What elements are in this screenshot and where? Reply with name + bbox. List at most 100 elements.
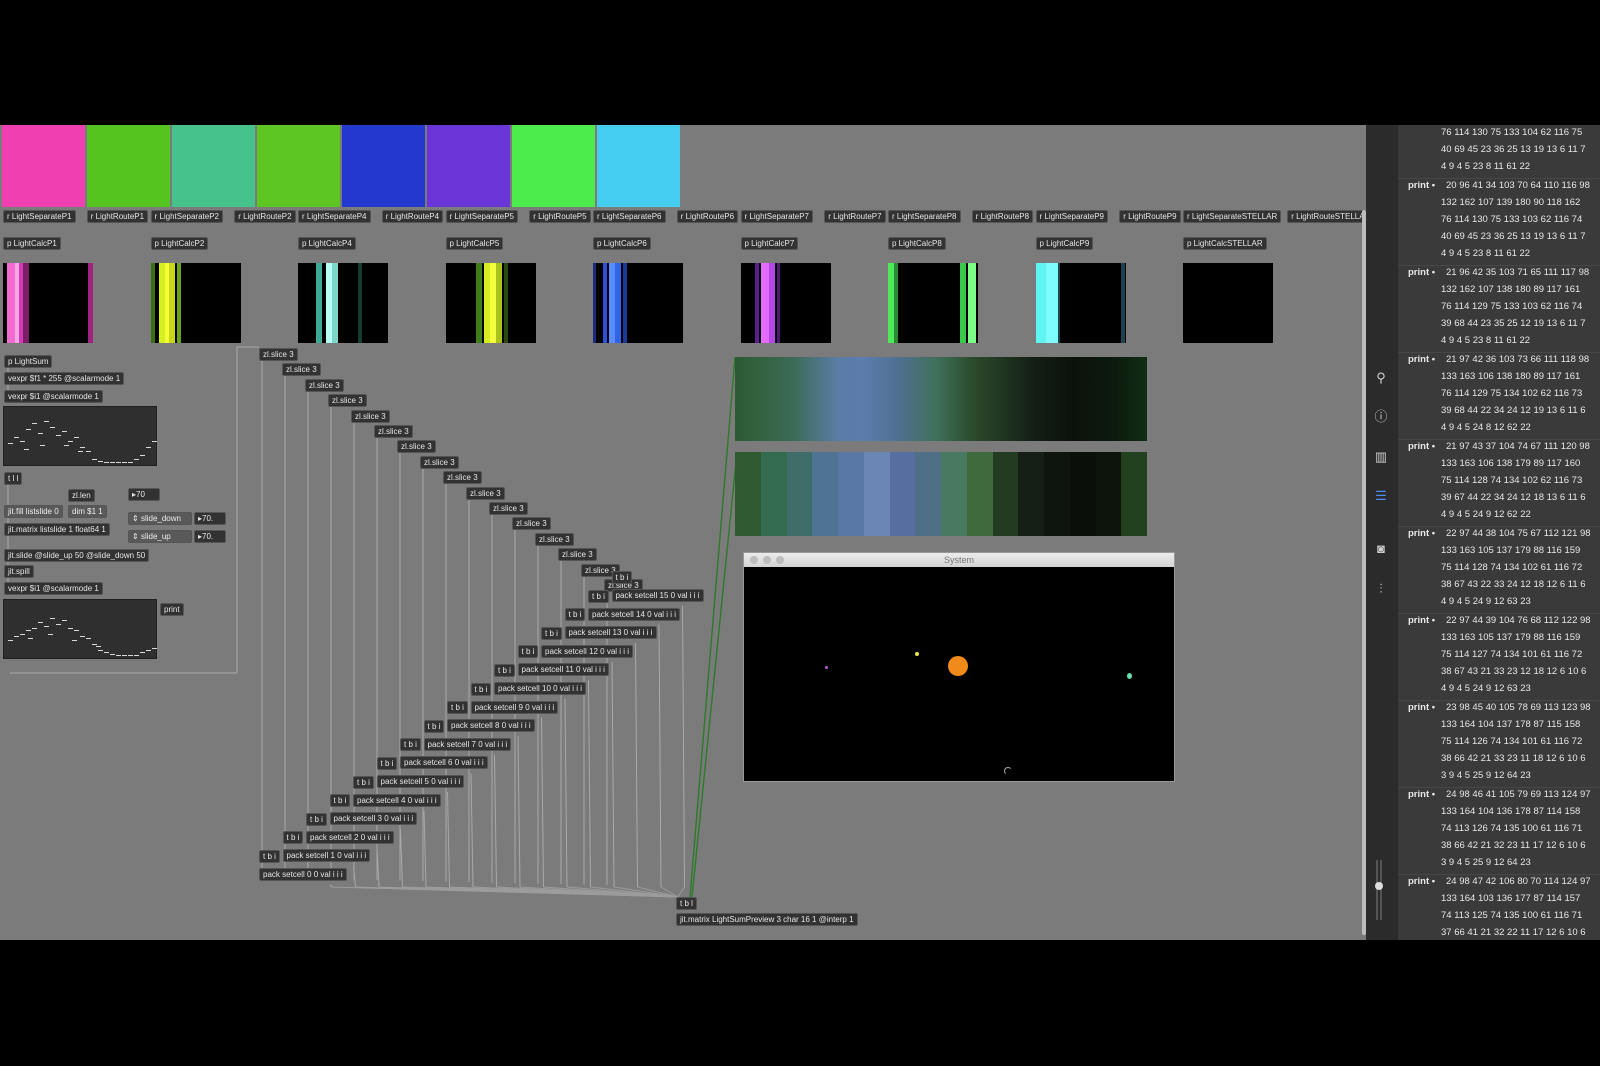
trigger-tbi-4[interactable]: t b i	[353, 775, 374, 789]
jit-matrix-preview-object[interactable]: jit.matrix LightSumPreview 3 char 16 1 @…	[676, 913, 858, 926]
trigger-tbi-10[interactable]: t b i	[494, 664, 515, 677]
pack-setcell-3[interactable]: pack setcell 3 0 val i i i	[329, 812, 418, 826]
receive-route-7[interactable]: r LightRouteP9	[1119, 210, 1181, 223]
pack-setcell-10[interactable]: pack setcell 10 0 val i i i	[494, 682, 587, 695]
receive-separate-5[interactable]: r LightSeparateP7	[740, 210, 813, 223]
vexpr-output-object[interactable]: vexpr $i1 @scalarmode 1	[4, 582, 103, 595]
receive-route-3[interactable]: r LightRouteP5	[529, 210, 591, 223]
book-icon[interactable]: ▥	[1372, 448, 1390, 466]
trigger-tbi-3[interactable]: t b i	[329, 794, 351, 808]
pack-setcell-15[interactable]: pack setcell 15 0 val i i i	[611, 589, 704, 602]
jit-matrix-listslide[interactable]: jit.matrix listslide 1 float64 1	[4, 523, 110, 536]
light-calc-7[interactable]: p LightCalcP9	[1035, 237, 1094, 250]
volume-knob[interactable]	[1375, 882, 1383, 890]
vexpr-int-object[interactable]: vexpr $i1 @scalarmode 1	[4, 390, 103, 403]
receive-route-5[interactable]: r LightRouteP7	[824, 210, 886, 223]
zl-slice-13[interactable]: zl.slice 3	[558, 548, 597, 562]
trigger-tbi-14[interactable]: t b i	[588, 589, 609, 603]
zl-slice-10[interactable]: zl.slice 3	[489, 502, 528, 515]
pack-setcell-6[interactable]: pack setcell 6 0 val i i i	[400, 756, 488, 770]
camera-icon[interactable]: ◙	[1372, 540, 1390, 558]
system-window-titlebar[interactable]: System	[744, 553, 1174, 567]
trigger-tbi-12[interactable]: t b i	[541, 626, 562, 640]
jit-fill-message[interactable]: jit.fill listslide 0	[4, 505, 63, 518]
zl-slice-0[interactable]: zl.slice 3	[259, 348, 298, 361]
zl-slice-5[interactable]: zl.slice 3	[374, 425, 413, 438]
zl-slice-9[interactable]: zl.slice 3	[466, 486, 505, 500]
receive-separate-8[interactable]: r LightSeparateSTELLAR	[1183, 210, 1282, 223]
zl-len-object[interactable]: zl.len	[68, 489, 95, 502]
print-object[interactable]: print	[160, 603, 184, 616]
trigger-tbi-8[interactable]: t b i	[447, 701, 468, 715]
light-calc-8[interactable]: p LightCalcSTELLAR	[1183, 237, 1267, 250]
trigger-tbl-final[interactable]: t b l	[676, 897, 697, 910]
pack-setcell-13[interactable]: pack setcell 13 0 val i i i	[564, 626, 657, 640]
zl-slice-12[interactable]: zl.slice 3	[535, 532, 574, 546]
zl-slice-4[interactable]: zl.slice 3	[351, 409, 390, 423]
light-calc-0[interactable]: p LightCalcP1	[3, 237, 61, 250]
volume-track-right[interactable]	[1380, 860, 1382, 920]
trigger-tbi-2[interactable]: t b i	[306, 812, 327, 826]
receive-route-8[interactable]: r LightRouteSTELLAR	[1287, 210, 1366, 223]
trigger-tbi-0[interactable]: t b i	[259, 850, 280, 863]
receive-separate-1[interactable]: r LightSeparateP2	[150, 210, 223, 223]
light-calc-4[interactable]: p LightCalcP6	[593, 237, 651, 250]
receive-separate-0[interactable]: r LightSeparateP1	[3, 210, 76, 223]
patcher-canvas[interactable]: r LightSeparateP1 r LightRouteP1 p LightCa…	[0, 125, 1366, 940]
zl-slice-8[interactable]: zl.slice 3	[443, 471, 482, 485]
multislider-output[interactable]	[3, 599, 157, 659]
trigger-tbi-6[interactable]: t b i	[400, 738, 421, 752]
lightsum-object[interactable]: p LightSum	[4, 355, 53, 368]
pack-setcell-11[interactable]: pack setcell 11 0 val i i i	[517, 663, 609, 677]
pack-setcell-7[interactable]: pack setcell 7 0 val i i i	[423, 737, 512, 751]
vexpr-scale-object[interactable]: vexpr $f1 * 255 @scalarmode 1	[4, 372, 125, 385]
trigger-tbi-9[interactable]: t b i	[470, 682, 492, 696]
pack-setcell-4[interactable]: pack setcell 4 0 val i i i	[353, 793, 441, 807]
receive-separate-2[interactable]: r LightSeparateP4	[298, 210, 371, 223]
zl-slice-3[interactable]: zl.slice 3	[328, 394, 367, 408]
zl-slice-6[interactable]: zl.slice 3	[397, 440, 436, 454]
pack-setcell-1[interactable]: pack setcell 1 0 val i i i	[282, 849, 371, 863]
light-calc-3[interactable]: p LightCalcP5	[445, 237, 504, 250]
receive-route-2[interactable]: r LightRouteP4	[381, 210, 444, 223]
number-box-70[interactable]: ▸70	[128, 488, 160, 501]
zl-slice-11[interactable]: zl.slice 3	[512, 517, 551, 531]
receive-route-4[interactable]: r LightRouteP6	[676, 210, 739, 223]
trigger-tbi-15[interactable]: t b i	[611, 571, 633, 584]
dim-message[interactable]: dim $1 1	[68, 505, 107, 518]
list-icon[interactable]: ☰	[1372, 487, 1390, 505]
receive-route-0[interactable]: r LightRouteP1	[86, 210, 149, 223]
trigger-tbi-5[interactable]: t b i	[376, 757, 398, 770]
receive-separate-4[interactable]: r LightSeparateP6	[593, 210, 666, 223]
light-calc-1[interactable]: p LightCalcP2	[150, 237, 209, 250]
jit-slide-object[interactable]: jit.slide @slide_up 50 @slide_down 50	[4, 549, 150, 562]
light-calc-6[interactable]: p LightCalcP8	[888, 237, 946, 250]
system-window[interactable]: System	[743, 552, 1175, 782]
trigger-tll[interactable]: t l l	[4, 472, 23, 485]
pack-setcell-5[interactable]: pack setcell 5 0 val i i i	[376, 775, 465, 788]
receive-route-6[interactable]: r LightRouteP8	[971, 210, 1034, 223]
pack-setcell-2[interactable]: pack setcell 2 0 val i i i	[306, 830, 394, 844]
trigger-tbi-7[interactable]: t b i	[423, 719, 445, 733]
zoom-window-button[interactable]	[776, 556, 784, 564]
trigger-tbi-11[interactable]: t b i	[517, 645, 539, 659]
minimize-window-button[interactable]	[763, 556, 771, 564]
zl-slice-7[interactable]: zl.slice 3	[420, 455, 459, 469]
receive-route-1[interactable]: r LightRouteP2	[234, 210, 296, 223]
sliders-icon[interactable]: ⫶	[1372, 580, 1390, 598]
light-calc-5[interactable]: p LightCalcP7	[740, 237, 799, 250]
slide-up-number[interactable]: ▸70.	[194, 530, 226, 543]
receive-separate-3[interactable]: r LightSeparateP5	[445, 210, 518, 223]
volume-track[interactable]	[1376, 860, 1378, 920]
pack-setcell-9[interactable]: pack setcell 9 0 val i i i	[470, 700, 559, 714]
zl-slice-1[interactable]: zl.slice 3	[282, 363, 321, 377]
light-calc-2[interactable]: p LightCalcP4	[298, 237, 356, 250]
slide-up-message[interactable]: ⇕ slide_up	[128, 530, 192, 543]
slide-down-number[interactable]: ▸70.	[194, 512, 226, 525]
pack-setcell-14[interactable]: pack setcell 14 0 val i i i	[588, 607, 681, 621]
receive-separate-6[interactable]: r LightSeparateP8	[888, 210, 961, 223]
jit-spill-object[interactable]: jit.spill	[4, 565, 34, 578]
pack-setcell-12[interactable]: pack setcell 12 0 val i i i	[541, 644, 634, 658]
trigger-tbi-1[interactable]: t b i	[282, 831, 304, 845]
trigger-tbi-13[interactable]: t b i	[564, 608, 586, 622]
